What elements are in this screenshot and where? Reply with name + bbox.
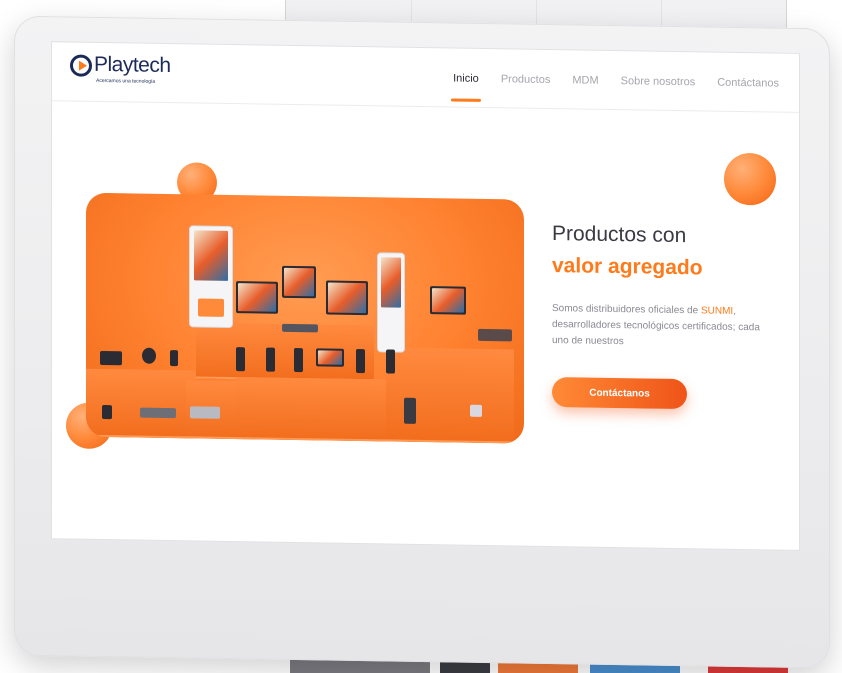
logo-tagline: Acercamos una tecnología <box>96 77 156 85</box>
playtech-logo[interactable]: Playtech Acercamos una tecnología <box>70 52 180 88</box>
website-screen: Playtech Acercamos una tecnología Inicio… <box>52 42 799 550</box>
site-header: Playtech Acercamos una tecnología Inicio… <box>52 42 799 113</box>
logo-text: Playtech <box>94 52 171 78</box>
hero-product-image <box>86 192 524 444</box>
nav-item-contactanos[interactable]: Contáctanos <box>717 77 779 98</box>
main-nav: Inicio Productos MDM Sobre nosotros Cont… <box>453 72 779 97</box>
hero-title-accent: valor agregado <box>552 254 703 280</box>
play-icon <box>70 54 92 77</box>
nav-item-inicio[interactable]: Inicio <box>453 72 479 92</box>
nav-item-productos[interactable]: Productos <box>501 73 551 94</box>
nav-item-mdm[interactable]: MDM <box>572 74 598 94</box>
hero-description-text: Somos distribuidores oficiales de <box>552 303 701 317</box>
monitor-frame: Playtech Acercamos una tecnología Inicio… <box>14 15 830 669</box>
decorative-orb <box>724 152 776 206</box>
hero-description: Somos distribuidores oficiales de SUNMI,… <box>552 301 767 352</box>
sunmi-brand-link: SUNMI <box>700 305 734 317</box>
hero-title: Productos con <box>552 222 687 248</box>
contact-button[interactable]: Contáctanos <box>552 377 687 410</box>
nav-item-sobre-nosotros[interactable]: Sobre nosotros <box>621 75 696 96</box>
